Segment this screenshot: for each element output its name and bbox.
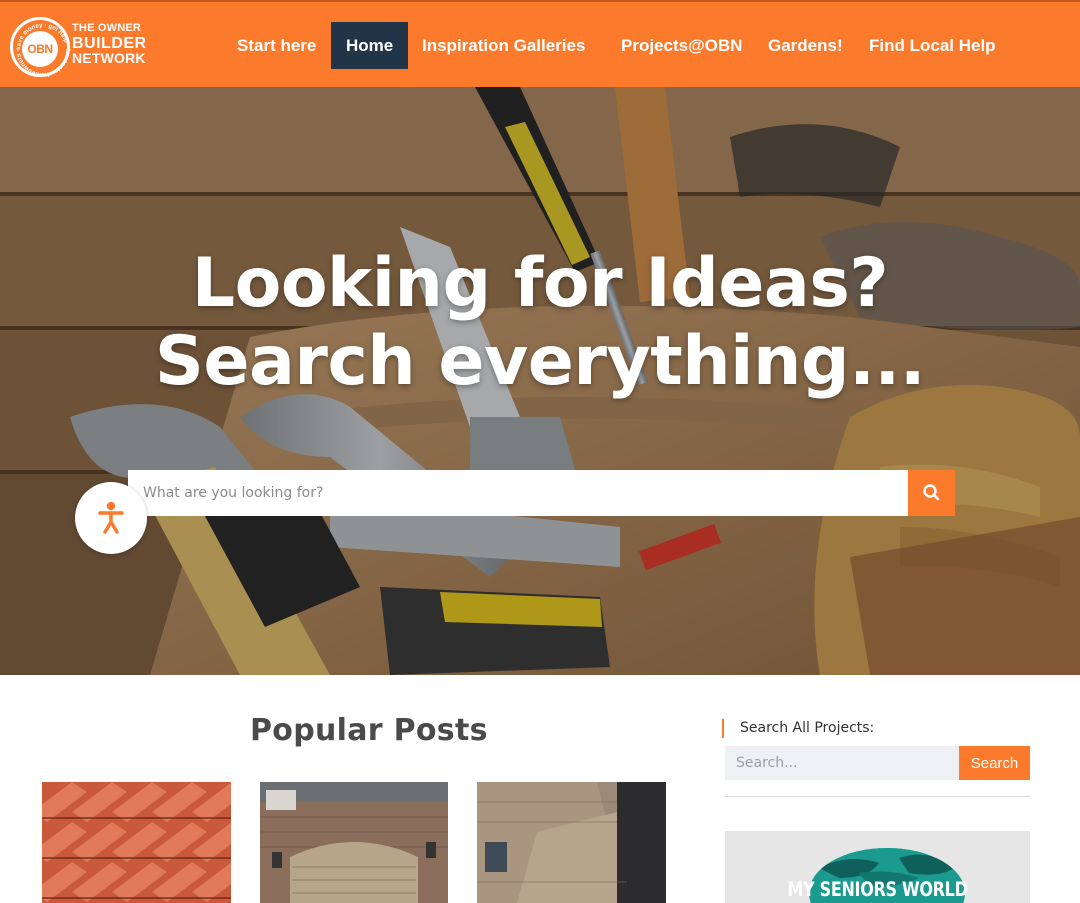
nav-gardens[interactable]: Gardens! (768, 22, 843, 69)
sidebar-search-button[interactable]: Search (959, 746, 1030, 780)
sidebar-search-input[interactable] (725, 746, 959, 780)
nav-home[interactable]: Home (331, 22, 409, 69)
post-thumb-stone-house[interactable] (477, 782, 666, 903)
nav-inspiration-galleries[interactable]: Inspiration Galleries (422, 22, 585, 69)
sidebar-ad[interactable]: MY SENIORS WORLD (725, 831, 1030, 903)
logo-wordmark: THE OWNER BUILDER NETWORK (72, 21, 147, 66)
post-thumb-garage-door[interactable] (260, 782, 449, 903)
logo-line-2: BUILDER (72, 35, 147, 52)
post-thumb-roof-tiles[interactable] (42, 782, 231, 903)
stone-house-image (477, 782, 666, 903)
site-header: save money · get help · fun tools · home… (0, 0, 1080, 87)
search-icon (923, 484, 940, 501)
hero-banner: Looking for Ideas? Search everything... (0, 87, 1080, 675)
site-logo[interactable]: save money · get help · fun tools · home… (10, 15, 146, 78)
nav-find-local-help[interactable]: Find Local Help (869, 22, 996, 69)
logo-badge: save money · get help · fun tools · home… (10, 17, 71, 78)
accessibility-button[interactable] (75, 482, 147, 554)
hero-title-line-1: Looking for Ideas? (191, 244, 889, 323)
logo-abbrev: OBN (22, 31, 58, 67)
sidebar-divider (725, 796, 1030, 797)
hero-search-button[interactable] (908, 470, 955, 516)
ad-title: MY SENIORS WORLD (787, 878, 968, 901)
logo-line-3: NETWORK (72, 50, 146, 66)
popular-posts-heading: Popular Posts (250, 713, 488, 748)
logo-line-1: THE OWNER (72, 22, 142, 34)
garage-door-image (260, 782, 448, 903)
accessibility-person-icon (98, 501, 124, 534)
roof-tiles-image (42, 782, 231, 903)
hero-search-input[interactable] (128, 470, 908, 516)
nav-projects-obn[interactable]: Projects@OBN (621, 22, 742, 69)
hero-title-line-2: Search everything... (154, 322, 926, 401)
sidebar-search-label: Search All Projects: (722, 719, 874, 738)
nav-start-here[interactable]: Start here (237, 22, 316, 69)
